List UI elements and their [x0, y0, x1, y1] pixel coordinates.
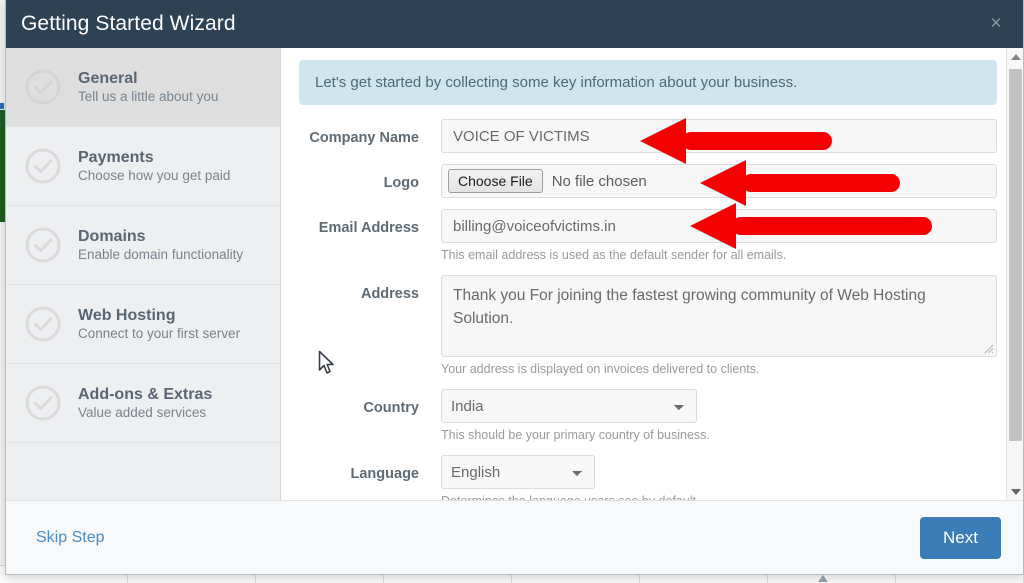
field-row-logo: Logo Choose File No file chosen: [293, 164, 1005, 198]
address-help: Your address is displayed on invoices de…: [441, 362, 760, 376]
sidebar-item-payments[interactable]: Payments Choose how you get paid: [6, 127, 280, 206]
sidebar-item-general[interactable]: General Tell us a little about you: [6, 48, 280, 127]
choose-file-button[interactable]: Choose File: [448, 169, 543, 193]
sidebar-item-title: Add-ons & Extras: [78, 385, 213, 403]
wizard-steps-sidebar: General Tell us a little about you Payme…: [6, 48, 281, 500]
spacer-company-name: [293, 153, 1005, 164]
sidebar-item-subtitle: Tell us a little about you: [78, 88, 219, 104]
chevron-down-icon[interactable]: [1007, 483, 1023, 500]
field-row-language: Language English Determines the language…: [293, 455, 1005, 500]
sidebar-item-addons-extras[interactable]: Add-ons & Extras Value added services: [6, 364, 280, 443]
logo-file-status: No file chosen: [551, 172, 647, 190]
check-circle-icon: [24, 147, 62, 185]
language-select[interactable]: English: [441, 455, 595, 489]
spacer-logo: [293, 198, 1005, 209]
close-icon[interactable]: ×: [985, 13, 1007, 35]
sidebar-item-subtitle: Value added services: [78, 404, 207, 420]
sidebar-item-web-hosting[interactable]: Web Hosting Connect to your first server: [6, 285, 280, 364]
next-button[interactable]: Next: [920, 516, 1001, 559]
email-address-input[interactable]: [441, 209, 997, 243]
language-help: Determines the language users see by def…: [441, 489, 997, 500]
sidebar-item-title: Domains: [78, 227, 146, 245]
field-row-email-address: Email Address This email address is used…: [293, 209, 1005, 275]
background-blue-marker: [0, 103, 4, 109]
sidebar-item-subtitle: Choose how you get paid: [78, 167, 231, 183]
check-circle-icon: [24, 68, 62, 106]
chevron-up-icon[interactable]: [1007, 48, 1023, 65]
sidebar-item-domains[interactable]: Domains Enable domain functionality: [6, 206, 280, 285]
country-select[interactable]: India: [441, 389, 697, 423]
modal-title: Getting Started Wizard: [21, 12, 236, 35]
background-sort-caret-icon: [818, 575, 828, 582]
logo-label: Logo: [383, 175, 419, 191]
email-address-help: This email address is used as the defaul…: [441, 248, 787, 262]
skip-step-link[interactable]: Skip Step: [36, 529, 104, 547]
modal-titlebar: Getting Started Wizard ×: [6, 0, 1023, 48]
check-circle-icon: [24, 226, 62, 264]
company-name-input[interactable]: [441, 119, 997, 153]
sidebar-item-subtitle: Connect to your first server: [78, 325, 241, 341]
field-row-address: Address Thank you For joining the fastes…: [293, 275, 1005, 389]
address-label: Address: [360, 286, 419, 302]
info-alert: Let's get started by collecting some key…: [299, 60, 997, 105]
modal-body: General Tell us a little about you Payme…: [6, 48, 1023, 500]
sidebar-item-subtitle: Enable domain functionality: [78, 246, 244, 262]
sidebar-item-title: Web Hosting: [78, 306, 176, 324]
field-row-country: Country India This should be your primar…: [293, 389, 1005, 455]
sidebar-item-title: Payments: [78, 148, 154, 166]
address-textarea[interactable]: Thank you For joining the fastest growin…: [441, 275, 997, 357]
check-circle-icon: [24, 305, 62, 343]
modal-footer: Skip Step Next: [6, 500, 1023, 574]
getting-started-wizard-modal: Getting Started Wizard × General Tell us…: [5, 0, 1024, 575]
language-label: Language: [350, 466, 419, 482]
sidebar-item-title: General: [78, 69, 138, 87]
scrollbar-thumb[interactable]: [1009, 69, 1022, 441]
spacer-label: [293, 153, 441, 164]
country-help: This should be your primary country of b…: [441, 428, 710, 442]
wizard-form-pane: Let's get started by collecting some key…: [281, 48, 1023, 500]
spacer-label: [293, 198, 441, 209]
form-scrollbar[interactable]: [1006, 48, 1023, 500]
country-label: Country: [363, 400, 419, 416]
company-name-label: Company Name: [309, 130, 419, 146]
field-row-company-name: Company Name: [293, 119, 1005, 153]
email-address-label: Email Address: [318, 220, 419, 236]
logo-file-input[interactable]: Choose File No file chosen: [441, 164, 997, 198]
sidebar-filler: [6, 443, 280, 485]
check-circle-icon: [24, 384, 62, 422]
